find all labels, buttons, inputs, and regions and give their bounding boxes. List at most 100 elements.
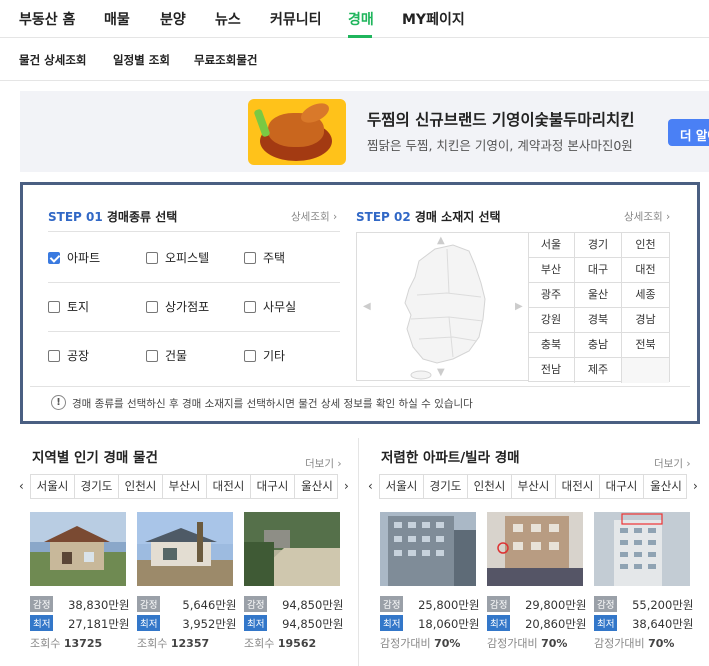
subnav-free-listings[interactable]: 무료조회물건 — [194, 52, 257, 68]
korea-map-shape-icon — [404, 244, 486, 380]
popular-more-link[interactable]: 더보기 › — [305, 456, 342, 471]
popular-tab-daejeon[interactable]: 대전시 — [207, 475, 251, 498]
region-ulsan[interactable]: 울산 — [575, 283, 622, 308]
region-gyeonggi[interactable]: 경기 — [575, 233, 622, 258]
info-icon: ! — [51, 395, 66, 410]
region-gwangju[interactable]: 광주 — [528, 283, 575, 308]
region-daegu[interactable]: 대구 — [575, 258, 622, 283]
top-nav: 부동산 홈 매물 분양 뉴스 커뮤니티 경매 MY페이지 — [0, 0, 709, 38]
cheap-tab-incheon[interactable]: 인천시 — [468, 475, 512, 498]
checkbox-house[interactable]: 주택 — [244, 249, 285, 266]
cheap-tab-gyeonggi[interactable]: 경기도 — [424, 475, 468, 498]
nav-listings[interactable]: 매물 — [104, 9, 130, 29]
cheap-tab-left-icon[interactable]: ‹ — [368, 479, 373, 493]
cheap-tab-ulsan[interactable]: 울산시 — [644, 475, 688, 498]
cheap-item-1-ratio: 감정가대비 70% — [380, 637, 461, 650]
checkbox-icon — [48, 349, 60, 362]
popular-item-2-minimum: 최저 3,952만원 — [137, 615, 236, 632]
cheap-item-3-appraisal: 감정 55,200만원 — [594, 596, 693, 613]
region-gangwon[interactable]: 강원 — [528, 308, 575, 333]
checkbox-land[interactable]: 토지 — [48, 298, 89, 315]
checkbox-office[interactable]: 사무실 — [244, 298, 296, 315]
checkbox-icon — [48, 251, 60, 264]
popular-item-2-appraisal: 감정 5,646만원 — [137, 596, 236, 613]
region-incheon[interactable]: 인천 — [622, 233, 669, 258]
popular-item-3-views: 조회수 19562 — [244, 637, 317, 650]
checkbox-factory[interactable]: 공장 — [48, 347, 89, 364]
popular-tab-gyeonggi[interactable]: 경기도 — [75, 475, 119, 498]
cheap-item-2-photo[interactable] — [487, 512, 583, 586]
checkbox-store[interactable]: 상가점포 — [146, 298, 209, 315]
region-gyeongbuk[interactable]: 경북 — [575, 308, 622, 333]
cheap-tab-daegu[interactable]: 대구시 — [600, 475, 644, 498]
subnav-schedule-search[interactable]: 일정별 조회 — [113, 52, 170, 68]
checkbox-officetel[interactable]: 오피스텔 — [146, 249, 209, 266]
checkbox-icon — [244, 251, 256, 264]
nav-news[interactable]: 뉴스 — [215, 9, 241, 29]
auction-search-panel: STEP 01 경매종류 선택 상세조회 › 아파트 오피스텔 주택 토지 상가… — [20, 182, 700, 424]
checkbox-apartment[interactable]: 아파트 — [48, 249, 100, 266]
step1-title: STEP 01 경매종류 선택 — [48, 210, 178, 224]
banner-title: 두찜의 신규브랜드 기영이숯불두마리치킨 — [367, 111, 635, 129]
cheap-item-3-photo[interactable] — [594, 512, 690, 586]
popular-tab-right-icon[interactable]: › — [344, 479, 349, 493]
popular-item-1-minimum: 최저 27,181만원 — [30, 615, 129, 632]
cheap-section-title: 저렴한 아파트/빌라 경매 — [381, 450, 520, 466]
popular-tab-daegu[interactable]: 대구시 — [251, 475, 295, 498]
cheap-item-2-ratio: 감정가대비 70% — [487, 637, 568, 650]
nav-community[interactable]: 커뮤니티 — [270, 9, 322, 29]
popular-tab-busan[interactable]: 부산시 — [163, 475, 207, 498]
region-jeonnam[interactable]: 전남 — [528, 358, 575, 383]
nav-presale[interactable]: 분양 — [160, 9, 186, 29]
cheap-tab-daejeon[interactable]: 대전시 — [556, 475, 600, 498]
checkbox-icon — [48, 300, 60, 313]
banner-chicken-image — [248, 99, 346, 165]
active-tab-indicator — [348, 35, 372, 38]
checkbox-building[interactable]: 건물 — [146, 347, 187, 364]
banner-more-button[interactable]: 더 알아 — [668, 119, 709, 146]
banner-description: 찜닭은 두찜, 치킨은 기영이, 계약과정 본사마진0원 — [367, 138, 633, 153]
region-seoul[interactable]: 서울 — [528, 233, 575, 258]
cheap-item-3-ratio: 감정가대비 70% — [594, 637, 675, 650]
popular-item-1-appraisal: 감정 38,830만원 — [30, 596, 129, 613]
region-jeju[interactable]: 제주 — [575, 358, 622, 383]
popular-tab-ulsan[interactable]: 울산시 — [295, 475, 339, 498]
region-gyeongnam[interactable]: 경남 — [622, 308, 669, 333]
popular-item-1-photo[interactable] — [30, 512, 126, 586]
step1-detail-link[interactable]: 상세조회 › — [291, 209, 337, 224]
region-daejeon[interactable]: 대전 — [622, 258, 669, 283]
region-chungbuk[interactable]: 충북 — [528, 333, 575, 358]
cheap-tab-seoul[interactable]: 서울시 — [380, 475, 424, 498]
cheap-tab-right-icon[interactable]: › — [693, 479, 698, 493]
region-busan[interactable]: 부산 — [528, 258, 575, 283]
cheap-more-link[interactable]: 더보기 › — [654, 456, 691, 471]
popular-item-2-photo[interactable] — [137, 512, 233, 586]
cheap-item-1-minimum: 최저 18,060만원 — [380, 615, 479, 632]
notice-text: 경매 종류를 선택하신 후 경매 소재지를 선택하시면 물건 상세 정보를 확인… — [72, 398, 473, 410]
korea-map[interactable]: ▲ ▼ ◀ ▶ — [356, 232, 529, 381]
checkbox-icon — [244, 300, 256, 313]
notice-bar: ! 경매 종류를 선택하신 후 경매 소재지를 선택하시면 물건 상세 정보를 … — [30, 386, 690, 416]
sub-nav: 물건 상세조회 일정별 조회 무료조회물건 — [0, 39, 709, 81]
region-empty — [622, 358, 669, 383]
nav-auction[interactable]: 경매 — [348, 9, 374, 29]
cheap-item-1-photo[interactable] — [380, 512, 476, 586]
popular-tab-seoul[interactable]: 서울시 — [31, 475, 75, 498]
region-chungnam[interactable]: 충남 — [575, 333, 622, 358]
popular-region-tabs: 서울시 경기도 인천시 부산시 대전시 대구시 울산시 — [30, 474, 338, 499]
subnav-detail-search[interactable]: 물건 상세조회 — [19, 52, 86, 68]
cheap-item-3-minimum: 최저 38,640만원 — [594, 615, 693, 632]
ad-banner[interactable]: 두찜의 신규브랜드 기영이숯불두마리치킨 찜닭은 두찜, 치킨은 기영이, 계약… — [20, 91, 709, 172]
checkbox-icon — [244, 349, 256, 362]
popular-tab-incheon[interactable]: 인천시 — [119, 475, 163, 498]
nav-mypage[interactable]: MY페이지 — [402, 9, 465, 29]
region-jeonbuk[interactable]: 전북 — [622, 333, 669, 358]
cheap-tab-busan[interactable]: 부산시 — [512, 475, 556, 498]
checkbox-etc[interactable]: 기타 — [244, 347, 285, 364]
popular-tab-left-icon[interactable]: ‹ — [19, 479, 24, 493]
nav-realestate-home[interactable]: 부동산 홈 — [19, 9, 75, 29]
popular-item-3-photo[interactable] — [244, 512, 340, 586]
step2-detail-link[interactable]: 상세조회 › — [624, 209, 670, 224]
popular-item-1-views: 조회수 13725 — [30, 637, 103, 650]
region-sejong[interactable]: 세종 — [622, 283, 669, 308]
